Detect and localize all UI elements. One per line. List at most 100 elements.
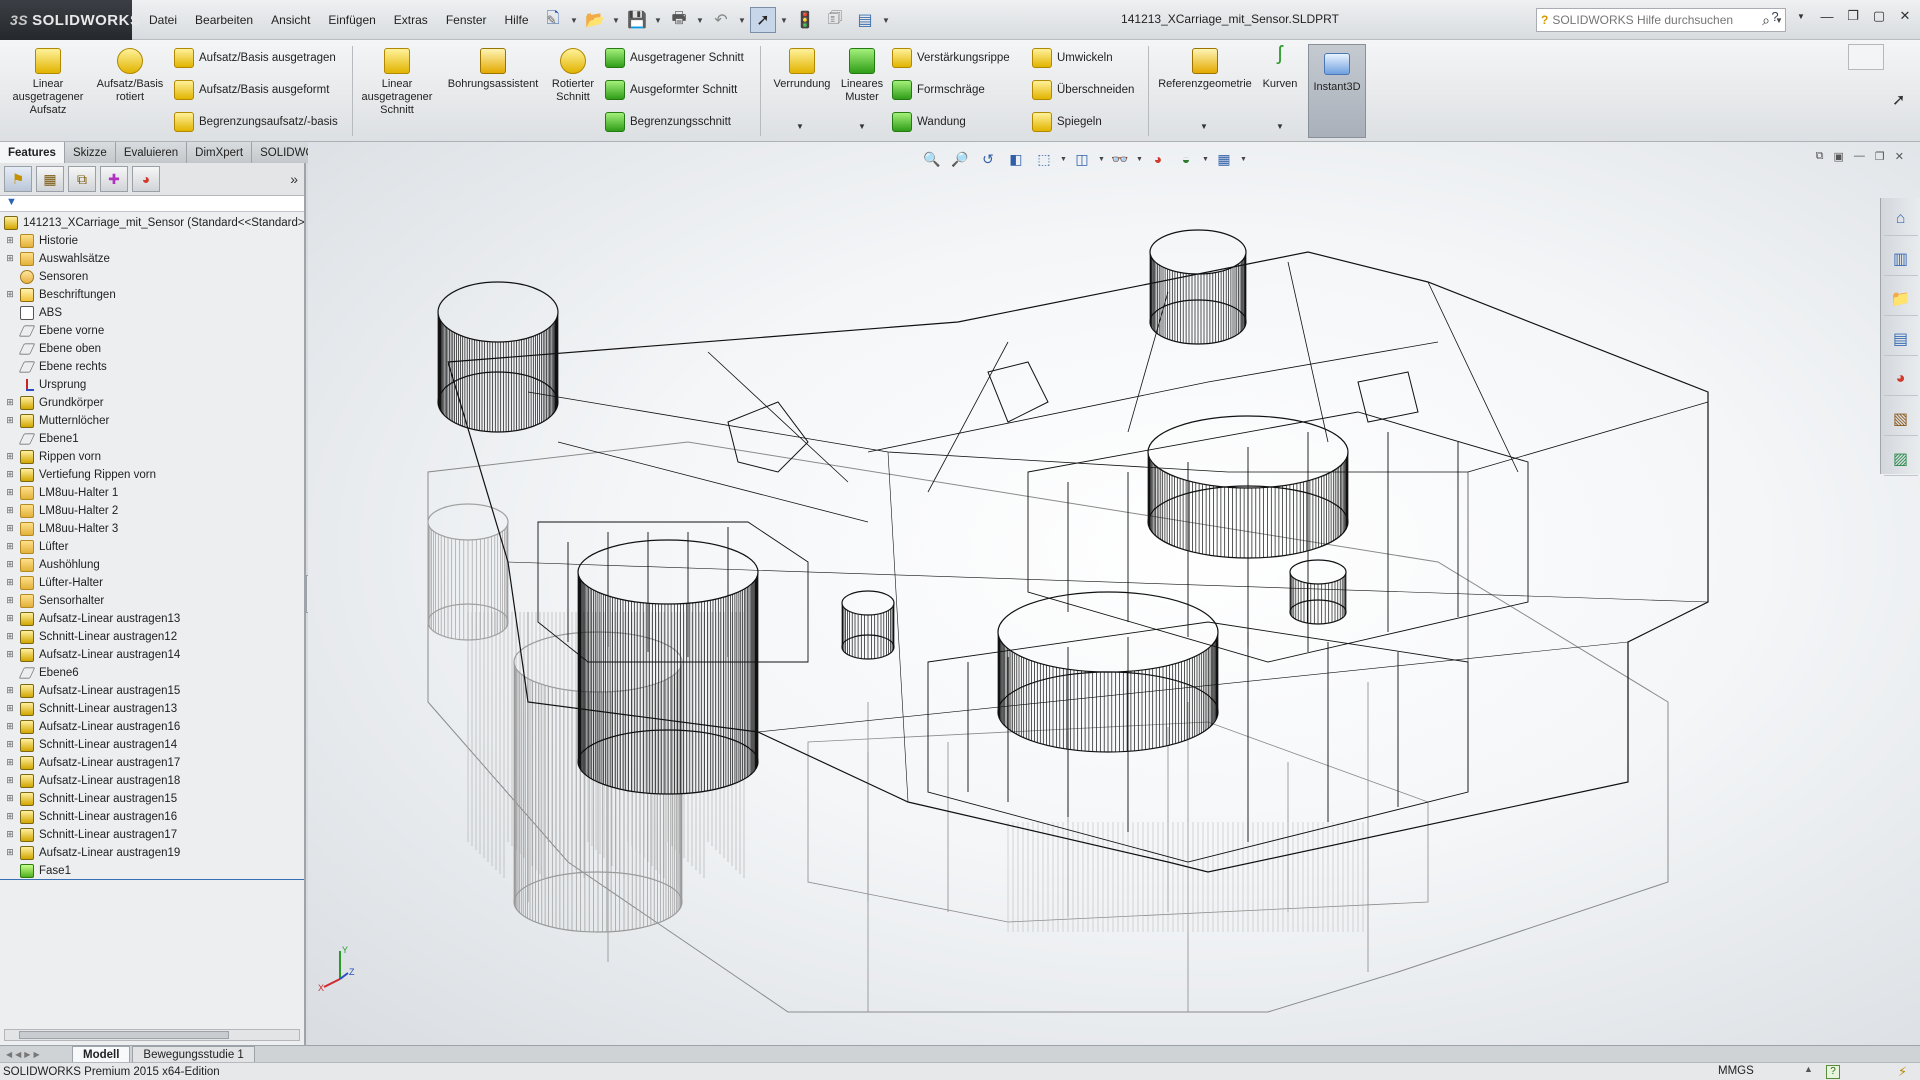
kurven-dropdown-icon[interactable]: ▼ — [1276, 122, 1284, 131]
tree-item[interactable]: ⊞ Rippen vorn — [0, 448, 304, 466]
close-icon[interactable]: ✕ — [1896, 8, 1914, 24]
linear-schnitt-button[interactable]: Linear ausgetragener Schnitt — [357, 48, 437, 117]
help-icon[interactable]: ? — [1766, 9, 1784, 24]
menu-bearbeiten[interactable]: Bearbeiten — [186, 13, 262, 27]
aufsatz-rotiert-button[interactable]: Aufsatz/Basis rotiert — [90, 48, 170, 104]
expand-plus-icon[interactable]: ⊞ — [4, 721, 16, 733]
expand-plus-icon[interactable]: ⊞ — [4, 397, 16, 409]
view-settings-dropdown-icon[interactable]: ▼ — [1240, 156, 1247, 163]
tree-item[interactable]: ⊞ Sensorhalter — [0, 592, 304, 610]
tab-bewegungsstudie[interactable]: Bewegungsstudie 1 — [132, 1046, 255, 1062]
formschraege-button[interactable]: Formschräge — [892, 78, 985, 102]
tree-item[interactable]: ⊞ Aufsatz-Linear austragen17 — [0, 754, 304, 772]
doc-close-icon[interactable]: ✕ — [1895, 150, 1904, 163]
ausgeformter-schnitt-button[interactable]: Ausgeformter Schnitt — [605, 78, 737, 102]
expand-plus-icon[interactable]: ⊞ — [4, 793, 16, 805]
tree-root-part[interactable]: 141213_XCarriage_mit_Sensor (Standard<<S… — [0, 214, 304, 232]
help-search-box[interactable]: ? ⌕ ▼ — [1536, 8, 1786, 32]
expand-plus-icon[interactable]: ⊞ — [4, 559, 16, 571]
rebuild-status-icon[interactable]: ⚡ — [1898, 1064, 1907, 1080]
tree-item[interactable]: ⊞ Aufsatz-Linear austragen15 — [0, 682, 304, 700]
wandung-button[interactable]: Wandung — [892, 110, 966, 134]
expand-plus-icon[interactable]: ⊞ — [4, 685, 16, 697]
scrollbar-thumb[interactable] — [19, 1031, 229, 1039]
tree-item[interactable]: ⊞ Aufsatz-Linear austragen19 — [0, 844, 304, 862]
verstaerkungsrippe-button[interactable]: Verstärkungsrippe — [892, 46, 1010, 70]
hide-show-dropdown-icon[interactable]: ▼ — [1136, 156, 1143, 163]
bohrungsassistent-button[interactable]: Bohrungsassistent — [442, 48, 544, 91]
zoom-area-icon[interactable]: 🔎 — [948, 148, 972, 170]
tree-item[interactable]: ⊞ Auswahlsätze — [0, 250, 304, 268]
display-style-icon[interactable]: ◫ — [1070, 148, 1094, 170]
units-dropdown-icon[interactable]: ▲ — [1804, 1064, 1813, 1074]
new-document-icon[interactable]: 🗋 — [540, 7, 566, 33]
file-properties-icon[interactable]: 🗊 — [822, 7, 848, 33]
file-explorer-icon[interactable]: 📁 — [1883, 282, 1918, 316]
expand-plus-icon[interactable]: ⊞ — [4, 505, 16, 517]
expand-plus-icon[interactable]: ⊞ — [4, 631, 16, 643]
propertymanager-tab-icon[interactable]: ▦ — [36, 166, 64, 192]
doc-split-icon[interactable]: ▣ — [1834, 150, 1844, 163]
kurven-button[interactable]: ʃ Kurven — [1256, 44, 1304, 91]
ausgetragener-schnitt-button[interactable]: Ausgetragener Schnitt — [605, 46, 744, 70]
featuremanager-tab-icon[interactable]: ⚑ — [4, 166, 32, 192]
select-dropdown-icon[interactable]: ▼ — [780, 16, 788, 25]
tree-item[interactable]: ABS — [0, 304, 304, 322]
spiegeln-button[interactable]: Spiegeln — [1032, 110, 1102, 134]
linear-aufsatz-button[interactable]: Linear ausgetragener Aufsatz — [8, 48, 88, 117]
expand-plus-icon[interactable]: ⊞ — [4, 469, 16, 481]
display-style-dropdown-icon[interactable]: ▼ — [1098, 156, 1105, 163]
referenz-dropdown-icon[interactable]: ▼ — [1200, 122, 1208, 131]
expand-plus-icon[interactable]: ⊞ — [4, 523, 16, 535]
tree-item[interactable]: ⊞ Schnitt-Linear austragen12 — [0, 628, 304, 646]
tab-features[interactable]: Features — [0, 142, 65, 163]
open-dropdown-icon[interactable]: ▼ — [612, 16, 620, 25]
tree-item[interactable]: ⊞ Lüfter-Halter — [0, 574, 304, 592]
tree-item[interactable]: ⊞ Beschriftungen — [0, 286, 304, 304]
expand-plus-icon[interactable]: ⊞ — [4, 847, 16, 859]
muster-dropdown-icon[interactable]: ▼ — [858, 122, 866, 131]
doc-tile-icon[interactable]: ⧉ — [1816, 150, 1824, 163]
new-dropdown-icon[interactable]: ▼ — [570, 16, 578, 25]
tree-item[interactable]: ⊞ Schnitt-Linear austragen15 — [0, 790, 304, 808]
tab-modell[interactable]: Modell — [72, 1046, 131, 1062]
expand-plus-icon[interactable]: ⊞ — [4, 451, 16, 463]
begrenzungsaufsatz-button[interactable]: Begrenzungsaufsatz/-basis — [174, 110, 338, 134]
undo-dropdown-icon[interactable]: ▼ — [738, 16, 746, 25]
tree-item[interactable]: ⊞ Aufsatz-Linear austragen14 — [0, 646, 304, 664]
tree-item[interactable]: Fase1 — [0, 862, 304, 880]
referenzgeometrie-button[interactable]: Referenzgeometrie — [1152, 48, 1258, 91]
view-orientation-dropdown-icon[interactable]: ▼ — [1060, 156, 1067, 163]
tree-item[interactable]: ⊞ Aufsatz-Linear austragen13 — [0, 610, 304, 628]
tree-item[interactable]: Ebene rechts — [0, 358, 304, 376]
undo-icon[interactable]: ↶ — [708, 7, 734, 33]
instant3d-button[interactable]: Instant3D — [1308, 44, 1366, 138]
tree-item[interactable]: ⊞ Schnitt-Linear austragen17 — [0, 826, 304, 844]
tree-item[interactable]: Sensoren — [0, 268, 304, 286]
expand-panel-icon[interactable]: » — [290, 171, 298, 187]
tree-item[interactable]: ⊞ LM8uu-Halter 2 — [0, 502, 304, 520]
help-dropdown-icon[interactable]: ▼ — [1792, 12, 1810, 21]
umwickeln-button[interactable]: Umwickeln — [1032, 46, 1113, 70]
zoom-to-fit-icon[interactable]: 🔍 — [920, 148, 944, 170]
tab-evaluieren[interactable]: Evaluieren — [115, 142, 188, 163]
expand-plus-icon[interactable]: ⊞ — [4, 253, 16, 265]
options-dropdown-icon[interactable]: ▼ — [882, 16, 890, 25]
solidworks-logo[interactable]: 3S SOLIDWORKS — [0, 0, 140, 40]
view-settings-icon[interactable]: ▦ — [1212, 148, 1236, 170]
tree-item[interactable]: Ebene vorne — [0, 322, 304, 340]
rotierter-schnitt-button[interactable]: Rotierter Schnitt — [545, 48, 601, 104]
view-palette-icon[interactable]: ▤ — [1883, 322, 1918, 356]
section-view-icon[interactable]: ◧ — [1004, 148, 1028, 170]
expand-plus-icon[interactable]: ⊞ — [4, 289, 16, 301]
tree-item[interactable]: Ebene6 — [0, 664, 304, 682]
tab-skizze[interactable]: Skizze — [64, 142, 116, 163]
expand-plus-icon[interactable]: ⊞ — [4, 757, 16, 769]
tree-item[interactable]: Ursprung — [0, 376, 304, 394]
tree-item[interactable]: ⊞ Schnitt-Linear austragen16 — [0, 808, 304, 826]
doc-minimize-icon[interactable]: — — [1854, 150, 1865, 163]
lineares-muster-button[interactable]: Lineares Muster — [834, 48, 890, 104]
graphics-area[interactable]: 🔍 🔎 ↺ ◧ ⬚ ▼ ◫ ▼ 👓 ▼ ◕ ◒ ▼ ▦ ▼ ⧉ ▣ — ❐ ✕ ⌂ ▥ 📁… — [308, 142, 1920, 1045]
menu-fenster[interactable]: Fenster — [437, 13, 496, 27]
verrundung-dropdown-icon[interactable]: ▼ — [796, 122, 804, 131]
